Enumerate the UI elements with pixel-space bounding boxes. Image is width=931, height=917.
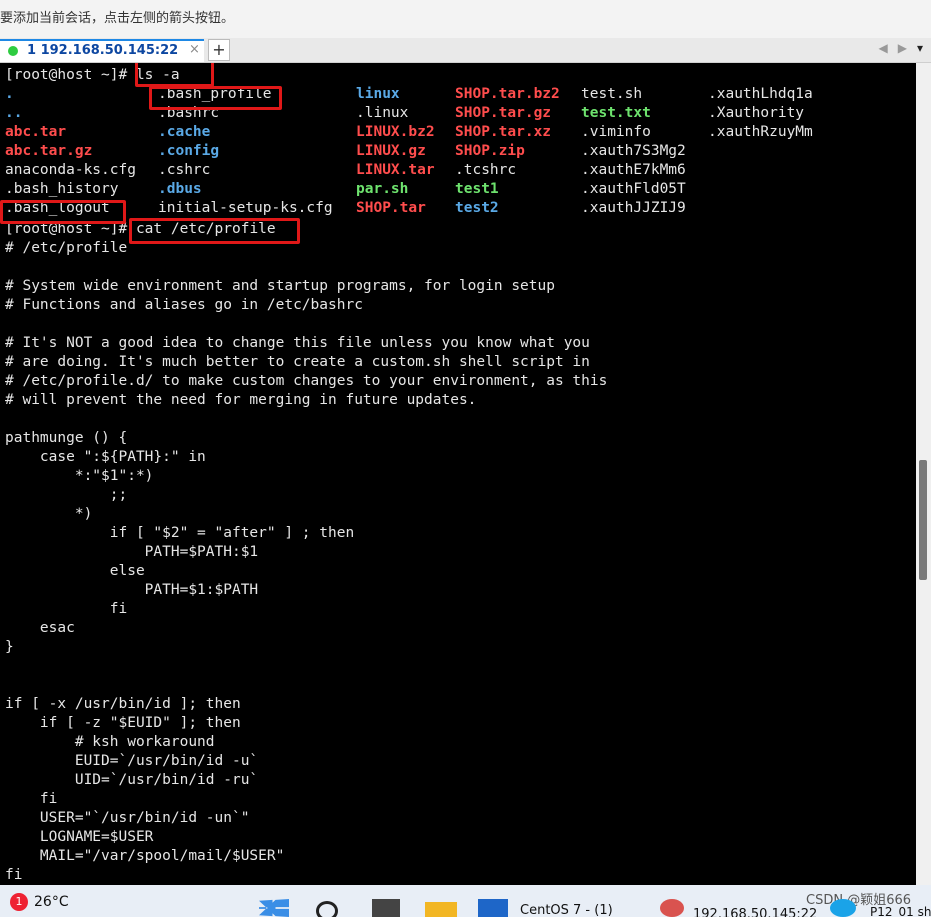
tab-label: 1 192.168.50.145:22 [27,43,179,58]
ls-entry: .linux [356,105,409,121]
terminal-output[interactable]: [root@host ~]# ls -a . .bash_profile linux… [0,63,916,885]
search-icon[interactable] [316,901,338,917]
profile-line: # are doing. It's much better to create … [5,354,590,370]
profile-line: # It's NOT a good idea to change this fi… [5,335,590,351]
profile-line: case ":${PATH}:" in [5,449,206,465]
weather-widget[interactable]: 1 26°C [10,893,69,911]
ls-entry: SHOP.zip [455,143,525,159]
profile-line: # /etc/profile [5,240,128,256]
profile-line: # ksh workaround [5,734,215,750]
profile-line: USER="`/usr/bin/id -un`" [5,810,250,826]
profile-line: EUID=`/usr/bin/id -u` [5,753,259,769]
profile-line: LOGNAME=$USER [5,829,154,845]
profile-line: # Functions and aliases go in /etc/bashr… [5,297,363,313]
vmware-icon[interactable] [478,899,508,917]
ls-entry: test.txt [581,105,651,121]
ls-entry: . [5,86,14,102]
tab-scroll-left-icon[interactable]: ◀ [879,41,898,55]
tab-bar: 1 192.168.50.145:22 × + ◀▶▾ [0,38,931,63]
terminal-scrollbar[interactable] [916,63,931,885]
ls-entry: test1 [455,181,499,197]
connected-status-icon [8,46,18,56]
ls-entry: .xauthLhdq1a [708,86,813,102]
profile-line: esac [5,620,75,636]
ls-entry: LINUX.gz [356,143,426,159]
ls-entry: abc.tar [5,124,67,140]
tab-scroll-right-icon[interactable]: ▶ [898,41,917,55]
ls-entry: SHOP.tar.xz [455,124,552,140]
scrollbar-thumb[interactable] [919,460,927,580]
tab-session-1[interactable]: 1 192.168.50.145:22 × [0,39,204,62]
ls-entry: test.sh [581,86,643,102]
ls-entry: .xauth7S3Mg2 [581,143,686,159]
new-tab-button[interactable]: + [208,39,230,61]
taskbar-centos-label[interactable]: CentOS 7 - (1) [520,903,613,917]
tab-close-icon[interactable]: × [189,42,200,57]
ls-entry: .xauthE7kMm6 [581,162,686,178]
ls-entry: linux [356,86,400,102]
profile-line: if [ "$2" = "after" ] ; then [5,525,355,541]
ls-entry: .cache [158,124,211,140]
ls-entry: test2 [455,200,499,216]
highlight-bash-profile [149,86,282,110]
terminal-app-icon[interactable] [372,899,400,917]
profile-line: PATH=$1:$PATH [5,582,259,598]
ls-entry: .xauthFld05T [581,181,686,197]
profile-line: PATH=$PATH:$1 [5,544,259,560]
profile-line: if [ -z "$EUID" ]; then [5,715,241,731]
profile-line: pathmunge () { [5,430,128,446]
ls-entry: .Xauthority [708,105,805,121]
file-explorer-folder-icon[interactable] [425,902,457,917]
profile-line: *) [5,506,93,522]
xshell-app-icon[interactable] [660,899,684,917]
highlight-bash-logout [0,200,126,224]
ls-entry: .xauthJJZIJ9 [581,200,686,216]
highlight-cat-command [129,218,300,244]
ls-entry: .tcshrc [455,162,517,178]
ls-entry: .config [158,143,220,159]
ls-entry: SHOP.tar.bz2 [455,86,560,102]
ls-entry: SHOP.tar [356,200,426,216]
highlight-ls-command [135,63,214,87]
profile-line: fi [5,601,128,617]
profile-line: } [5,639,14,655]
session-hint-bar: 要添加当前会话，点击左侧的箭头按钮。 [0,0,931,38]
browser-app-icon[interactable] [830,899,856,917]
profile-line: # will prevent the need for merging in f… [5,392,477,408]
taskbar-session-label[interactable]: 192.168.50.145:22 [693,907,817,917]
ls-entry: abc.tar.gz [5,143,93,159]
profile-line: ;; [5,487,128,503]
ls-entry: .bash_history [5,181,119,197]
notification-badge: 1 [10,893,28,911]
profile-line: UID=`/usr/bin/id -ru` [5,772,259,788]
ls-entry: .. [5,105,23,121]
ls-entry: .xauthRzuyMm [708,124,813,140]
ls-entry: initial-setup-ks.cfg [158,200,333,216]
taskbar-right-label[interactable]: P12_01 sh [870,905,931,917]
ls-entry: .viminfo [581,124,651,140]
profile-line: *:"$1":*) [5,468,154,484]
tab-list-menu-icon[interactable]: ▾ [917,41,923,55]
ls-entry: par.sh [356,181,409,197]
profile-line: fi [5,867,23,883]
ls-entry: SHOP.tar.gz [455,105,552,121]
tab-navigation: ◀▶▾ [879,41,924,55]
shell-prompt: [root@host ~]# [5,67,136,83]
ls-entry: .dbus [158,181,202,197]
profile-line: MAIL="/var/spool/mail/$USER" [5,848,285,864]
profile-line: # System wide environment and startup pr… [5,278,555,294]
ls-entry: .cshrc [158,162,211,178]
windows-taskbar: 1 26°C CentOS 7 - (1) 192.168.50.145:22 C… [0,885,931,917]
profile-line: fi [5,791,58,807]
profile-line: if [ -x /usr/bin/id ]; then [5,696,241,712]
ls-entry: LINUX.bz2 [356,124,435,140]
ls-entry: LINUX.tar [356,162,435,178]
ls-entry: anaconda-ks.cfg [5,162,136,178]
session-hint-text: 要添加当前会话，点击左侧的箭头按钮。 [0,11,235,26]
profile-line: else [5,563,145,579]
profile-line: # /etc/profile.d/ to make custom changes… [5,373,608,389]
temperature-text: 26°C [34,894,69,910]
start-windows-icon[interactable] [259,899,289,917]
